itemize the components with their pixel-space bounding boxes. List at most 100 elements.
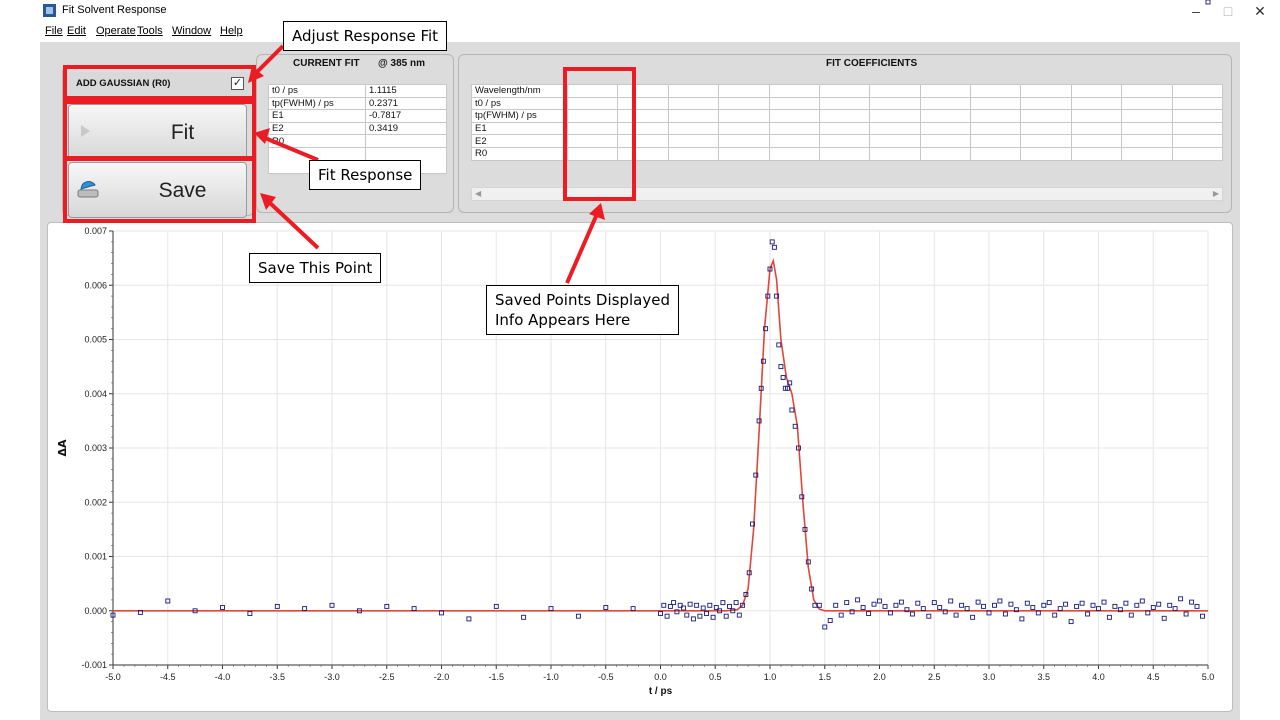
callout-saved-line2: Info Appears Here <box>495 311 631 329</box>
callout-saved-points: Saved Points Displayed Info Appears Here <box>486 285 679 335</box>
x-tick-label: 2.0 <box>873 672 886 682</box>
data-point <box>997 598 1003 604</box>
x-tick-label: -2.5 <box>379 672 395 682</box>
data-point <box>827 618 833 623</box>
data-point <box>1002 611 1008 617</box>
y-tick-label: -0.001 <box>81 660 107 670</box>
x-tick-label: -5.0 <box>105 672 121 682</box>
y-tick-label: 0.002 <box>84 497 107 507</box>
y-tick-label: 0.006 <box>84 280 107 290</box>
data-point <box>915 600 921 606</box>
data-point <box>780 375 786 380</box>
data-point <box>953 612 959 618</box>
data-point <box>975 599 981 605</box>
data-point <box>970 614 976 620</box>
data-point <box>1030 605 1036 610</box>
data-point <box>684 612 690 618</box>
data-point <box>1167 602 1173 608</box>
data-point <box>1139 598 1145 604</box>
data-point <box>723 613 729 619</box>
x-tick-label: -3.5 <box>269 672 285 682</box>
data-point <box>926 613 932 619</box>
data-point <box>948 598 954 604</box>
data-point <box>981 603 986 609</box>
callout-saved-line1: Saved Points Displayed <box>495 291 670 309</box>
data-point <box>697 613 703 619</box>
data-point <box>1183 611 1189 617</box>
data-point <box>704 611 709 616</box>
data-point <box>1079 600 1085 606</box>
data-point <box>466 616 472 622</box>
data-point <box>1046 600 1052 606</box>
data-point <box>664 613 670 619</box>
x-axis-label: t / ps <box>649 686 673 697</box>
y-tick-label: 0.001 <box>84 552 107 562</box>
y-tick-label: 0.004 <box>84 389 107 399</box>
x-tick-label: 4.5 <box>1147 672 1160 682</box>
data-point <box>1008 601 1014 607</box>
data-point <box>1161 615 1167 621</box>
data-point <box>1200 613 1205 619</box>
x-tick-label: 1.5 <box>818 672 831 682</box>
data-point <box>247 611 253 616</box>
x-tick-label: -2.0 <box>434 672 450 682</box>
data-point <box>690 616 696 622</box>
x-tick-label: -1.5 <box>488 672 504 682</box>
x-tick-label: 5.0 <box>1202 672 1215 682</box>
x-tick-label: -3.0 <box>324 672 340 682</box>
y-tick-label: 0.000 <box>84 606 107 616</box>
data-point <box>700 605 706 611</box>
data-point <box>1205 0 1211 5</box>
app-window: Fit Solvent Response – □ ✕ File Edit Ope… <box>0 0 1280 720</box>
data-point <box>1019 616 1025 622</box>
data-point <box>778 364 784 370</box>
data-point <box>1106 614 1112 620</box>
data-point <box>1074 603 1080 609</box>
data-point <box>1101 599 1107 605</box>
data-point <box>871 601 877 607</box>
data-point <box>959 602 965 608</box>
data-point <box>521 614 527 620</box>
data-point <box>838 612 844 618</box>
data-point <box>1178 596 1184 602</box>
data-point <box>898 599 904 605</box>
x-tick-label: -1.0 <box>543 672 559 682</box>
callout-save-this-point: Save This Point <box>249 253 382 283</box>
data-point <box>1134 602 1140 608</box>
y-tick-label: 0.003 <box>84 443 107 453</box>
x-tick-label: 0.5 <box>709 672 722 682</box>
data-point <box>1024 600 1030 606</box>
x-tick-label: 4.0 <box>1092 672 1105 682</box>
data-point <box>1123 600 1129 606</box>
data-point <box>707 602 713 608</box>
x-tick-label: -4.5 <box>160 672 176 682</box>
data-point <box>776 342 782 348</box>
data-point <box>733 600 739 606</box>
annotation-box-save <box>63 157 256 223</box>
data-point <box>1063 601 1069 607</box>
data-point <box>1085 611 1091 617</box>
y-tick-label: 0.005 <box>84 335 107 345</box>
data-point <box>1156 601 1162 607</box>
data-point <box>860 605 866 610</box>
data-point <box>727 603 732 609</box>
annotation-box-saved-column <box>563 67 636 201</box>
data-point <box>687 601 693 607</box>
x-tick-label: -0.5 <box>598 672 614 682</box>
data-point <box>866 611 872 616</box>
data-point <box>736 612 742 618</box>
callout-fit-response: Fit Response <box>309 160 422 190</box>
data-point <box>882 603 888 609</box>
data-point <box>694 602 700 608</box>
annotation-box-checkbox <box>63 65 256 100</box>
data-point <box>1128 612 1134 618</box>
x-tick-label: 0.0 <box>654 672 667 682</box>
callout-adjust-response-fit: Adjust Response Fit <box>283 21 448 51</box>
data-point <box>844 600 850 606</box>
data-point <box>893 602 899 608</box>
x-tick-label: -4.0 <box>215 672 231 682</box>
data-point <box>1052 612 1058 618</box>
data-point <box>1112 603 1118 609</box>
data-point <box>720 600 726 606</box>
annotation-box-fit <box>63 100 256 160</box>
